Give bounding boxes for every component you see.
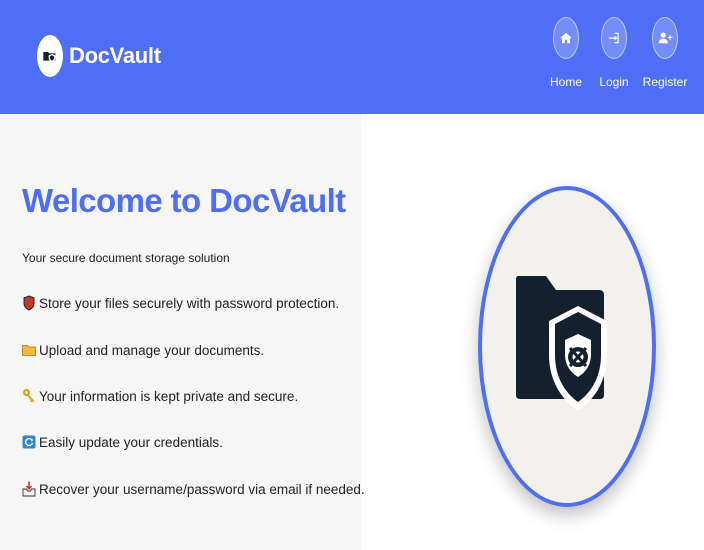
- page-subtitle: Your secure document storage solution: [22, 251, 230, 265]
- feature-text: Recover your username/password via email…: [39, 481, 365, 497]
- refresh-icon: [22, 433, 36, 451]
- nav-register-label: Register: [642, 75, 688, 89]
- inbox-icon: [22, 480, 36, 498]
- top-navbar: DocVault Home Login Register: [0, 0, 704, 114]
- home-icon: [553, 17, 579, 59]
- feature-item: Store your files securely with password …: [22, 294, 339, 312]
- feature-text: Your information is kept private and sec…: [39, 388, 299, 404]
- brand-name: DocVault: [69, 43, 161, 68]
- brand[interactable]: DocVault: [37, 35, 161, 77]
- page-title: Welcome to DocVault: [22, 182, 346, 219]
- user-plus-icon: [652, 17, 678, 59]
- feature-item: Easily update your credentials.: [22, 433, 223, 451]
- feature-item: Recover your username/password via email…: [22, 480, 365, 498]
- feature-item: Your information is kept private and sec…: [22, 387, 298, 405]
- feature-text: Upload and manage your documents.: [39, 342, 265, 358]
- shield-icon: [22, 294, 36, 312]
- feature-text: Easily update your credentials.: [39, 434, 223, 450]
- login-icon: [601, 17, 627, 59]
- folder-shield-icon: [515, 272, 607, 429]
- nav-register[interactable]: Register: [635, 17, 695, 89]
- feature-text: Store your files securely with password …: [39, 295, 340, 311]
- folder-icon: [22, 341, 36, 359]
- folder-shield-icon: [37, 35, 63, 77]
- feature-item: Upload and manage your documents.: [22, 341, 264, 359]
- key-icon: [22, 387, 36, 405]
